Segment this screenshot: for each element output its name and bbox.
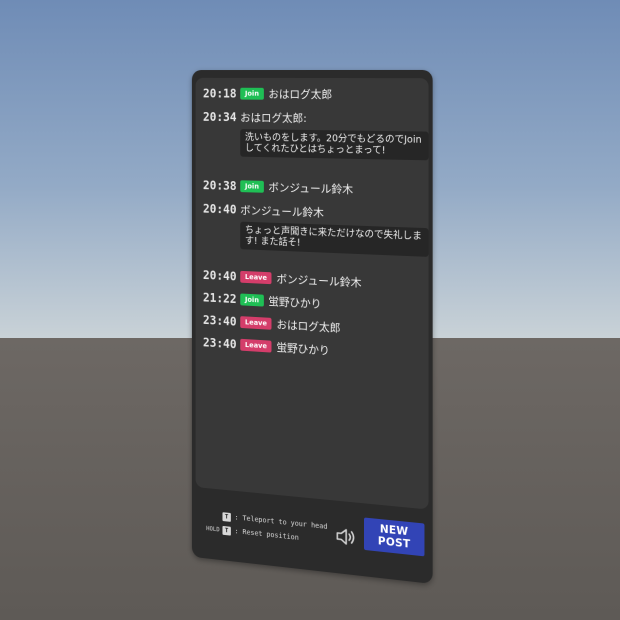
speaker-icon[interactable] [334, 525, 356, 549]
entry-time: 20:40 [202, 201, 237, 217]
entry-time: 20:38 [202, 178, 237, 193]
leave-badge: Leave [240, 270, 272, 285]
entry-time: 23:40 [202, 313, 237, 329]
join-badge: Join [240, 87, 264, 100]
leave-badge: Leave [240, 316, 272, 330]
log-area[interactable]: 20:18 Join おはログ太郎 20:34 おはログ太郎: 洗いものをします… [195, 77, 429, 510]
keyboard-hints: T : Teleport to your head HOLD T : Reset… [199, 507, 342, 550]
panel-perspective: 20:18 Join おはログ太郎 20:34 おはログ太郎: 洗いものをします… [0, 0, 620, 620]
new-post-button[interactable]: NEW POST [364, 517, 425, 557]
join-badge: Join [240, 293, 264, 307]
entry-name: おはログ太郎 [276, 318, 341, 335]
entry-name: おはログ太郎: [240, 111, 307, 125]
entry-name: ボンジュール鈴木 [240, 203, 324, 220]
entry-time: 21:22 [202, 290, 237, 307]
message-bubble: 洗いものをします。20分でもどるのでJoinしてくれたひとはちょっとまって! [240, 129, 429, 161]
chat-log-panel: 20:18 Join おはログ太郎 20:34 おはログ太郎: 洗いものをします… [191, 69, 433, 584]
reset-hint-text: : Reset position [234, 527, 299, 542]
log-entry: 23:40 Leave 蛍野ひかり [203, 335, 422, 365]
entry-time: 20:34 [202, 110, 237, 125]
entry-name: 蛍野ひかり [276, 341, 330, 358]
entry-time: 20:18 [202, 86, 237, 101]
entry-name: ボンジュール鈴木 [276, 272, 362, 290]
log-entry: 20:34 おはログ太郎: [203, 109, 422, 127]
entry-name: ボンジュール鈴木 [268, 180, 354, 197]
entry-time: 23:40 [202, 335, 237, 352]
hint-prefix [199, 514, 219, 516]
speaker-icon-graphic [334, 525, 356, 549]
log-entry: 20:40 Leave ボンジュール鈴木 [203, 267, 422, 293]
entry-name: 蛍野ひかり [268, 294, 322, 311]
key-t-icon: T [222, 511, 231, 522]
join-badge: Join [240, 180, 264, 193]
log-entry: 20:40 ボンジュール鈴木 [203, 201, 422, 224]
key-t-icon: T [222, 525, 231, 536]
log-entry: 20:18 Join おはログ太郎 [203, 86, 422, 103]
leave-badge: Leave [240, 338, 272, 353]
entry-name: おはログ太郎 [268, 87, 333, 102]
hold-label: HOLD [206, 524, 220, 533]
message-bubble: ちょっと声聞きに来ただけなので失礼します! また話そ! [240, 221, 429, 257]
log-entry: 20:38 Join ボンジュール鈴木 [203, 177, 422, 199]
entry-time: 20:40 [202, 268, 237, 284]
